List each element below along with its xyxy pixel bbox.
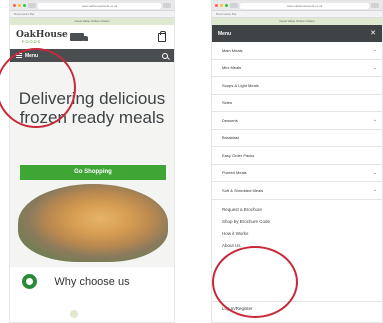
menu-item[interactable]: Breakfast [212, 130, 382, 147]
browser-toolbar: www.oakhousefoods.co.uk [212, 1, 382, 11]
chevron-down-icon[interactable]: ⌄ [373, 117, 377, 123]
delivery-van-icon [69, 33, 88, 41]
menu-item[interactable]: Desserts ⌄ [212, 112, 382, 130]
chevron-down-icon[interactable]: ⌄ [373, 170, 377, 176]
menu-item[interactable]: Soups & Light Meals [212, 77, 382, 95]
menu-item-label: Main Meals [222, 47, 243, 53]
secondary-link[interactable]: Shop by Brochure Code [222, 216, 382, 228]
menu-item-label: Breakfast [222, 135, 239, 141]
chat-icon[interactable] [22, 274, 37, 289]
close-icon[interactable]: ✕ [370, 30, 376, 37]
menu-item[interactable]: Main Meals ⌄ [212, 42, 382, 60]
secondary-links: Request a Brochure Shop by Brochure Code H… [212, 199, 382, 252]
food-image [18, 184, 168, 262]
site-header: OakHouse FOODS [10, 25, 174, 49]
minimize-window-icon[interactable] [220, 4, 223, 7]
bookmarks-bar: Bookmarks Bar [10, 11, 174, 18]
promo-banner: Great Value Online Orders [212, 18, 382, 25]
go-shopping-button[interactable]: Go Shopping [20, 165, 166, 180]
logo-subtext: FOODS [22, 38, 42, 44]
chevron-down-icon[interactable]: ⌄ [373, 65, 377, 71]
menu-item-label: Pureed Meals [222, 170, 247, 176]
chevron-down-icon[interactable]: ⌄ [373, 187, 377, 193]
bookmarks-bar: Bookmarks Bar [212, 11, 382, 18]
promo-banner: Great Value Online Orders [10, 18, 174, 25]
menu-title: Menu [218, 30, 232, 37]
menu-header: Menu ✕ [212, 25, 382, 42]
menu-item[interactable]: Pureed Meals ⌄ [212, 165, 382, 182]
menu-item-label: Desserts [222, 117, 238, 123]
back-button[interactable] [230, 3, 238, 8]
back-button[interactable] [28, 3, 36, 8]
category-menu: Main Meals ⌄ Mini Meals ⌄ Soups & Light Meal… [212, 42, 382, 200]
share-button[interactable] [371, 3, 379, 8]
minimize-window-icon[interactable] [18, 4, 21, 7]
site-logo[interactable]: OakHouse FOODS [16, 30, 88, 44]
maximize-window-icon[interactable] [23, 4, 26, 7]
menu-item-label: Soups & Light Meals [222, 82, 259, 88]
search-icon[interactable] [162, 52, 168, 59]
browser-toolbar: www.oakhousefoods.co.uk [10, 1, 174, 11]
address-bar[interactable]: www.oakhousefoods.co.uk [38, 2, 161, 9]
menu-item[interactable]: Mini Meals ⌄ [212, 60, 382, 77]
secondary-link[interactable]: Request a Brochure [222, 204, 382, 216]
maximize-window-icon[interactable] [225, 4, 228, 7]
menu-item-label: Easy Order Packs [222, 152, 255, 158]
secondary-link[interactable]: How it Works [222, 228, 382, 240]
highlight-circle-links [212, 246, 298, 318]
menu-item-label: Soft & Shredded Meals [222, 187, 264, 193]
feature-icon [70, 310, 78, 318]
close-window-icon[interactable] [13, 4, 16, 7]
shopping-bag-icon[interactable] [158, 30, 166, 42]
menu-item-label: Sides [222, 100, 233, 106]
menu-item[interactable]: Soft & Shredded Meals ⌄ [212, 182, 382, 200]
share-button[interactable] [163, 3, 171, 8]
address-bar[interactable]: www.oakhousefoods.co.uk [240, 2, 369, 9]
chevron-down-icon[interactable]: ⌄ [373, 47, 377, 53]
close-window-icon[interactable] [215, 4, 218, 7]
menu-item-label: Mini Meals [222, 65, 242, 71]
menu-item[interactable]: Sides [212, 95, 382, 112]
menu-item[interactable]: Easy Order Packs [212, 147, 382, 165]
